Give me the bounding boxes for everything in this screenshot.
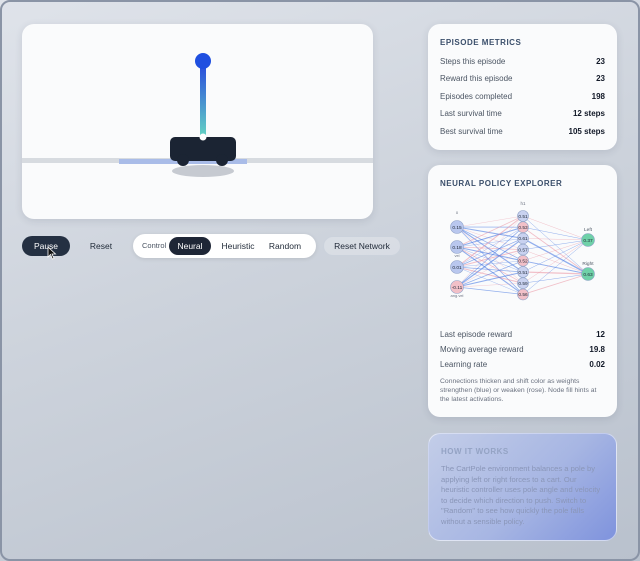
mode-neural-button[interactable]: Neural bbox=[169, 237, 211, 255]
pole bbox=[200, 66, 206, 136]
output-node-label: Left bbox=[584, 227, 593, 233]
stat-value: 12 bbox=[596, 330, 605, 339]
metric-row: Best survival time 105 steps bbox=[440, 127, 605, 136]
cartpole-simulation bbox=[22, 24, 373, 219]
pause-button[interactable]: Pause bbox=[22, 236, 70, 256]
mode-random-button[interactable]: Random bbox=[265, 237, 305, 255]
output-node-value: 0.63 bbox=[583, 272, 593, 278]
how-title: HOW IT WORKS bbox=[441, 447, 509, 456]
output-node-value: 0.37 bbox=[583, 238, 593, 244]
input-node-label: vel bbox=[454, 253, 459, 258]
metric-row: Last survival time 12 steps bbox=[440, 109, 605, 118]
pole-tip bbox=[195, 53, 211, 69]
stat-label: Moving average reward bbox=[440, 345, 524, 354]
input-node-value: 0.01 bbox=[452, 265, 462, 271]
stat-label: Learning rate bbox=[440, 360, 488, 369]
connection-line bbox=[522, 238, 589, 241]
network-note: Connections thicken and shift color as w… bbox=[440, 378, 597, 403]
output-node-label: Right bbox=[582, 261, 594, 267]
connection-line bbox=[522, 273, 589, 284]
cart-wheel-right bbox=[216, 154, 228, 166]
input-node-value: 0.15 bbox=[452, 225, 462, 231]
neural-title: NEURAL POLICY EXPLORER bbox=[440, 179, 563, 188]
how-it-works-panel: HOW IT WORKS The CartPole environment ba… bbox=[428, 433, 617, 541]
metric-row: Reward this episode 23 bbox=[440, 74, 605, 83]
cursor-arrow-icon bbox=[47, 246, 57, 260]
metric-label: Steps this episode bbox=[440, 57, 506, 66]
metric-value: 23 bbox=[596, 74, 605, 83]
input-layer-header: x bbox=[456, 210, 459, 215]
connection-line bbox=[456, 286, 524, 295]
connection-line bbox=[456, 215, 524, 288]
cart-shadow bbox=[172, 165, 234, 177]
hidden-node-value: 0.61 bbox=[518, 236, 528, 242]
how-text: The CartPole environment balances a pole… bbox=[441, 464, 601, 526]
hidden-node-value: 0.56 bbox=[518, 292, 528, 298]
hidden-node-value: 0.51 bbox=[518, 270, 528, 276]
simulation-canvas bbox=[22, 53, 373, 177]
connection-line bbox=[522, 215, 589, 241]
reset-button[interactable]: Reset bbox=[80, 236, 122, 256]
metrics-title: EPISODE METRICS bbox=[440, 38, 522, 47]
connection-line bbox=[456, 215, 524, 228]
stat-row: Last episode reward 12 bbox=[440, 330, 605, 339]
control-mode-selector: Control Neural Heuristic Random bbox=[133, 234, 316, 258]
metric-row: Steps this episode 23 bbox=[440, 57, 605, 66]
neural-policy-panel: NEURAL POLICY EXPLORER x h1 0.15 0.18 vel 0.0… bbox=[428, 165, 617, 417]
connection-line bbox=[522, 273, 589, 295]
reset-network-button[interactable]: Reset Network bbox=[323, 236, 401, 256]
stat-value: 0.02 bbox=[589, 360, 605, 369]
metric-label: Best survival time bbox=[440, 127, 503, 136]
metric-value: 198 bbox=[591, 92, 605, 101]
metric-row: Episodes completed 198 bbox=[440, 92, 605, 101]
stat-label: Last episode reward bbox=[440, 330, 513, 339]
hidden-node-value: 0.57 bbox=[518, 247, 528, 253]
input-node-label: ang.vel bbox=[451, 293, 464, 298]
input-node-value: -0.11 bbox=[452, 285, 463, 291]
metric-value: 23 bbox=[596, 57, 605, 66]
control-label: Control bbox=[142, 241, 167, 250]
hidden-node-value: 0.51 bbox=[518, 214, 528, 220]
metric-label: Reward this episode bbox=[440, 74, 513, 83]
pole-hinge bbox=[199, 133, 207, 141]
metric-label: Episodes completed bbox=[440, 92, 513, 101]
input-node-value: 0.18 bbox=[452, 245, 462, 251]
hidden-node-value: 0.59 bbox=[518, 281, 528, 287]
hidden-node-value: 0.52 bbox=[518, 259, 528, 265]
metric-value: 12 steps bbox=[572, 109, 605, 118]
stat-row: Moving average reward 19.8 bbox=[440, 345, 605, 354]
metric-value: 105 steps bbox=[568, 127, 605, 136]
cart-wheel-left bbox=[177, 154, 189, 166]
episode-metrics-panel: EPISODE METRICS Steps this episode 23 Re… bbox=[428, 24, 617, 150]
metric-label: Last survival time bbox=[440, 109, 502, 118]
hidden-node-value: 0.53 bbox=[518, 225, 528, 231]
hidden-layer-header: h1 bbox=[520, 201, 526, 206]
network-diagram: x h1 0.15 0.18 vel 0.01 -0.11 ang.vel 0.51 0.53 0.… bbox=[450, 201, 595, 301]
stat-row: Learning rate 0.02 bbox=[440, 360, 605, 369]
connection-line bbox=[522, 226, 589, 241]
mode-heuristic-button[interactable]: Heuristic bbox=[213, 237, 263, 255]
stat-value: 19.8 bbox=[589, 345, 605, 354]
